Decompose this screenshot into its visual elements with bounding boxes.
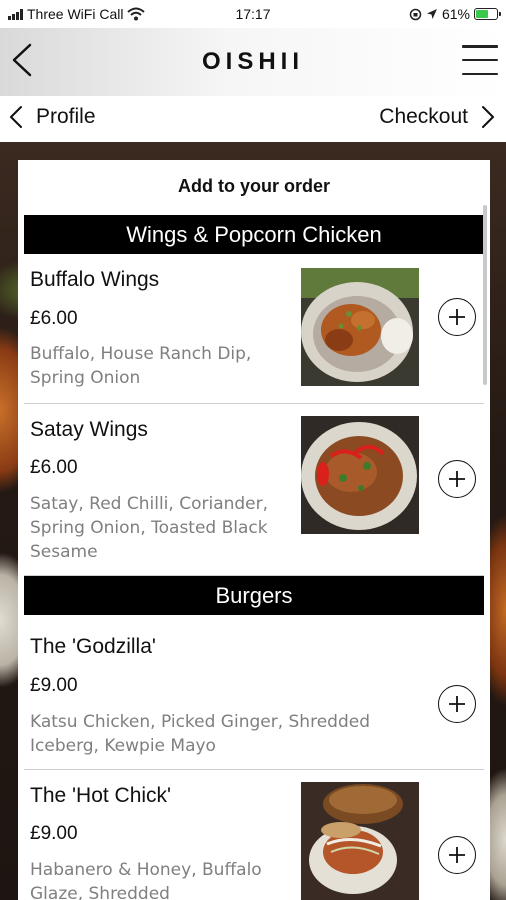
plus-icon	[449, 309, 465, 325]
item-name: Satay Wings	[30, 418, 148, 441]
menu-item: The 'Godzilla' £9.00 Katsu Chicken, Pick…	[24, 615, 484, 770]
hamburger-menu-icon	[462, 45, 498, 48]
item-description: Buffalo, House Ranch Dip, Spring Onion	[30, 344, 252, 388]
brand-logo[interactable]: OISHII	[0, 48, 506, 76]
profile-label: Profile	[36, 105, 96, 128]
add-item-button[interactable]	[438, 836, 476, 874]
checkout-label: Checkout	[379, 105, 468, 128]
plus-icon	[449, 471, 465, 487]
checkout-navigation: Profile Checkout	[0, 96, 506, 142]
item-price: £9.00	[30, 675, 78, 696]
add-item-button[interactable]	[438, 460, 476, 498]
item-description: Habanero & Honey, Buffalo Glaze, Shredde…	[30, 860, 262, 900]
item-photo	[301, 416, 419, 534]
item-name: The 'Hot Chick'	[30, 784, 172, 807]
menu-item: Buffalo Wings £6.00 Buffalo, House Ranch…	[24, 254, 484, 404]
section-header-wings: Wings & Popcorn Chicken	[24, 215, 484, 254]
item-description: Satay, Red Chilli, Coriander, Spring Oni…	[30, 494, 269, 562]
add-to-order-panel: Add to your order Wings & Popcorn Chicke…	[18, 160, 490, 900]
chevron-right-icon	[482, 106, 494, 128]
plus-icon	[449, 847, 465, 863]
app-header: OISHII	[0, 28, 506, 96]
item-price: £6.00	[30, 308, 78, 329]
menu-item: The 'Hot Chick' £9.00 Habanero & Honey, …	[24, 770, 484, 900]
chevron-left-icon	[10, 106, 22, 128]
plus-icon	[449, 696, 465, 712]
status-bar: Three WiFi Call 17:17 61%	[0, 0, 506, 28]
add-item-button[interactable]	[438, 298, 476, 336]
item-price: £6.00	[30, 457, 78, 478]
panel-title: Add to your order	[178, 176, 330, 196]
profile-link[interactable]: Profile	[8, 105, 96, 129]
menu-button[interactable]	[462, 45, 498, 75]
item-name: Buffalo Wings	[30, 268, 160, 291]
item-description: Katsu Chicken, Picked Ginger, Shredded I…	[30, 712, 370, 756]
location-arrow-icon	[426, 9, 437, 19]
orientation-lock-icon	[409, 8, 422, 20]
item-price: £9.00	[30, 823, 78, 844]
item-photo	[301, 268, 419, 386]
section-header-burgers: Burgers	[24, 576, 484, 615]
item-name: The 'Godzilla'	[30, 635, 156, 658]
battery-percent: 61%	[441, 6, 470, 22]
menu-item: Satay Wings £6.00 Satay, Red Chilli, Cor…	[24, 404, 484, 576]
battery-icon	[474, 8, 501, 20]
add-item-button[interactable]	[438, 685, 476, 723]
item-photo	[301, 782, 419, 900]
checkout-link[interactable]: Checkout	[379, 105, 496, 129]
